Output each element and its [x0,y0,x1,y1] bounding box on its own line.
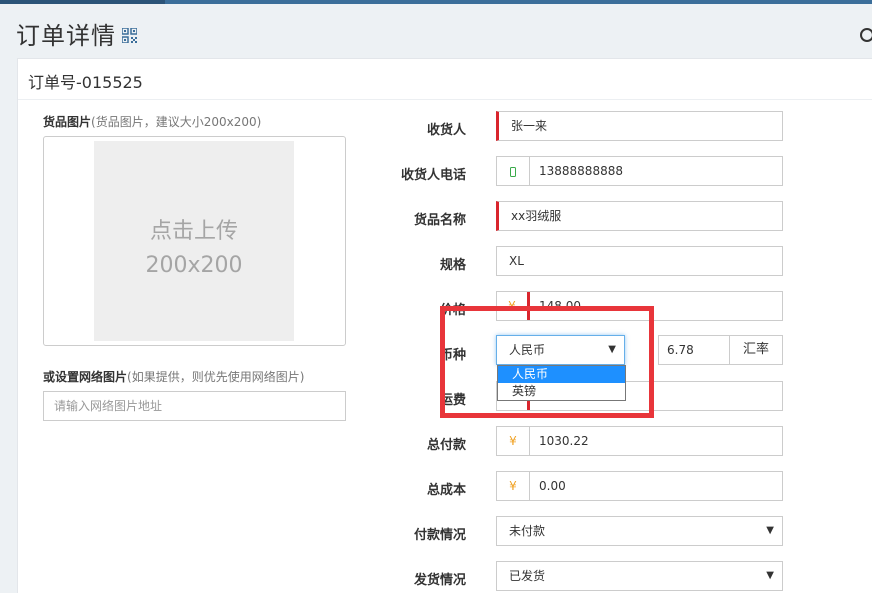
caret-down-icon: ▼ [766,525,774,536]
panel-header: 订单号-015525 [18,59,872,100]
total-cost-input[interactable]: ¥ 0.00 [496,471,783,501]
payment-status-selected: 未付款 [509,524,546,538]
image-label-text: 货品图片 [43,115,92,129]
goods-name-label: 货品名称 [413,213,466,228]
circle-icon[interactable] [860,28,872,42]
phone-addon [497,157,530,185]
image-label-hint: (货品图片，建议大小200x200) [91,115,262,129]
consignee-label: 收货人 [426,123,466,138]
yen-icon: ¥ [497,472,530,500]
upload-text: 点击上传 [149,219,238,244]
total-paid-input[interactable]: ¥ 1030.22 [496,426,783,456]
yen-icon: ¥ [497,427,530,455]
phone-label: 收货人电话 [400,168,466,183]
order-panel: 订单号-015525 货品图片(货品图片，建议大小200x200) 点击上传 2… [17,58,872,593]
network-image-label: 或设置网络图片(如果提供，则优先使用网络图片) [43,368,304,385]
spec-label: 规格 [439,258,466,273]
phone-input[interactable]: 13888888888 [496,156,783,186]
page-header: 订单详情 [0,4,872,58]
total-cost-label: 总成本 [426,483,466,498]
payment-status-label: 付款情况 [413,528,466,543]
total-paid-label: 总付款 [426,438,466,453]
upload-placeholder[interactable]: 点击上传 200x200 [94,141,294,341]
delivery-status-select[interactable]: 已发货 ▼ [496,561,783,591]
delivery-status-selected: 已发货 [509,569,546,583]
phone-value: 13888888888 [539,164,623,178]
total-paid-value: 1030.22 [539,434,589,448]
upload-size-text: 200x200 [145,253,243,278]
exchange-rate-input[interactable]: 6.78 [658,335,729,365]
phone-icon [510,166,516,177]
image-label: 货品图片(货品图片，建议大小200x200) [43,113,261,130]
caret-down-icon: ▼ [766,570,774,581]
highlight-box [440,306,654,418]
exchange-rate-button[interactable]: 汇率 [729,335,783,365]
network-image-url-input[interactable]: 请输入网络图片地址 [43,391,346,421]
payment-status-select[interactable]: 未付款 ▼ [496,516,783,546]
consignee-input[interactable]: 张一来 [496,111,783,141]
page-title: 订单详情 [16,22,116,50]
qrcode-icon[interactable] [122,28,137,43]
total-cost-value: 0.00 [539,479,566,493]
order-number: 订单号-015525 [28,73,143,92]
network-image-label-text: 或设置网络图片 [43,370,128,384]
delivery-status-label: 发货情况 [413,573,466,588]
image-upload-box[interactable]: 点击上传 200x200 [43,136,346,346]
goods-name-input[interactable]: xx羽绒服 [496,201,783,231]
network-image-hint: (如果提供，则优先使用网络图片) [127,370,305,384]
spec-input[interactable]: XL [496,246,783,276]
